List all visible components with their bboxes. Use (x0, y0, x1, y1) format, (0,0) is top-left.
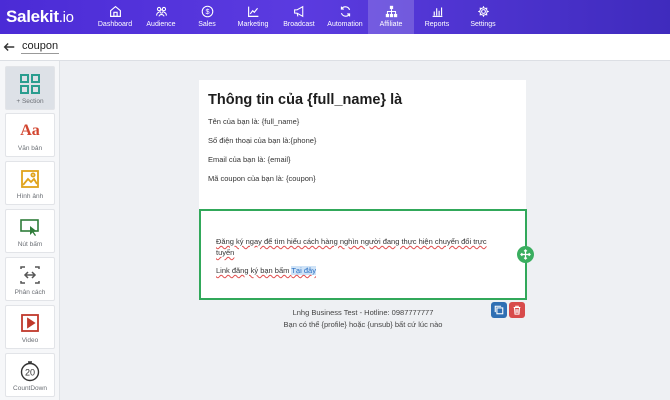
email-line-phone: Số điện thoại của bạn là:{phone} (208, 136, 317, 145)
tool-label: Phân cách (14, 289, 46, 296)
tool-label: Nút bấm (17, 241, 43, 248)
divider-icon (19, 264, 41, 286)
nav-reports[interactable]: Reports (414, 0, 460, 34)
nav-label: Affiliate (379, 21, 403, 28)
tool-divider[interactable]: Phân cách (5, 257, 55, 301)
chart-line-icon (247, 6, 258, 17)
tool-add-section[interactable]: + Section (5, 66, 55, 110)
tool-label: Hình ảnh (16, 193, 44, 200)
nav-label: Reports (424, 21, 450, 28)
tool-label: CountDown (13, 385, 47, 392)
selected-text-block[interactable]: Đăng ký ngay để tìm hiểu cách hàng nghìn… (199, 209, 527, 300)
editor-header: coupon (0, 34, 670, 61)
nav-label: Automation (327, 21, 363, 28)
logo-suffix: .io (58, 9, 74, 26)
email-footer-unsub: Bạn có thể {profile} hoặc {unsub} bất cứ… (283, 320, 443, 329)
tool-image[interactable]: Hình ảnh (5, 161, 55, 205)
back-arrow-icon[interactable] (2, 40, 16, 54)
tool-label: Video (21, 337, 39, 344)
logo-text: Salekit (6, 7, 59, 26)
email-title: Thông tin của {full_name} là (208, 92, 403, 108)
countdown-icon: 20 (19, 360, 41, 382)
dollar-icon: $ (201, 5, 213, 18)
megaphone-icon (293, 5, 303, 18)
email-line-email: Email của bạn là: {email} (208, 155, 291, 164)
email-footer-company: Lnhg Business Test - Hotline: 0987777777 (292, 308, 434, 317)
users-icon (155, 6, 167, 17)
email-line-coupon: Mã coupon của bạn là: {coupon} (208, 174, 316, 183)
nav-sales[interactable]: $ Sales (184, 0, 230, 34)
nav-label: Dashboard (97, 21, 133, 28)
home-icon (109, 5, 121, 17)
block-toolbox: + Section Aa Văn bản Hình ảnh Nút bấm Ph… (0, 61, 60, 400)
nav-dashboard[interactable]: Dashboard (92, 0, 138, 34)
image-icon (20, 168, 40, 190)
tool-text[interactable]: Aa Văn bản (5, 113, 55, 157)
signup-link-line[interactable]: Link đăng ký bạn bấm Tại đây (216, 266, 316, 275)
nav-label: Broadcast (283, 21, 315, 28)
signup-paragraph-text: Đăng ký ngay để tìm hiểu cách hàng nghìn… (216, 237, 487, 257)
grid-icon (19, 73, 41, 95)
main-nav: Dashboard Audience $ Sales Marketing Bro… (92, 0, 506, 34)
svg-text:$: $ (205, 7, 209, 16)
nav-automation[interactable]: Automation (322, 0, 368, 34)
page-name-field[interactable]: coupon (21, 40, 60, 54)
text-icon: Aa (20, 120, 40, 142)
link-prefix-text: Link đăng ký bạn bấm (216, 266, 292, 275)
tool-label: Văn bản (17, 145, 43, 152)
network-icon (385, 5, 397, 18)
signup-paragraph[interactable]: Đăng ký ngay để tìm hiểu cách hàng nghìn… (216, 236, 506, 258)
refresh-icon (340, 6, 350, 17)
tool-button[interactable]: Nút bấm (5, 209, 55, 253)
nav-label: Marketing (237, 21, 269, 28)
nav-label: Sales (198, 21, 216, 28)
top-navigation-bar: Salekit.io Dashboard Audience $ Sales Ma… (0, 0, 670, 34)
countdown-glyph: 20 (25, 368, 35, 378)
bar-chart-icon (432, 7, 442, 17)
nav-label: Settings (470, 21, 496, 28)
email-content-block[interactable]: Thông tin của {full_name} là Tên của bạn… (199, 80, 526, 209)
tool-label: + Section (16, 98, 44, 105)
signup-link[interactable]: Tại đây (291, 266, 316, 275)
gear-icon (477, 6, 489, 17)
email-line-name: Tên của bạn là: {full_name} (208, 117, 300, 126)
salekit-logo[interactable]: Salekit.io (6, 7, 74, 27)
nav-marketing[interactable]: Marketing (230, 0, 276, 34)
nav-label: Audience (146, 21, 176, 28)
nav-settings[interactable]: Settings (460, 0, 506, 34)
text-icon-glyph: Aa (20, 122, 40, 139)
nav-affiliate[interactable]: Affiliate (368, 0, 414, 34)
nav-audience[interactable]: Audience (138, 0, 184, 34)
tool-countdown[interactable]: 20 CountDown (5, 353, 55, 397)
nav-broadcast[interactable]: Broadcast (276, 0, 322, 34)
button-icon (19, 216, 41, 238)
move-handle-icon[interactable] (517, 246, 534, 263)
